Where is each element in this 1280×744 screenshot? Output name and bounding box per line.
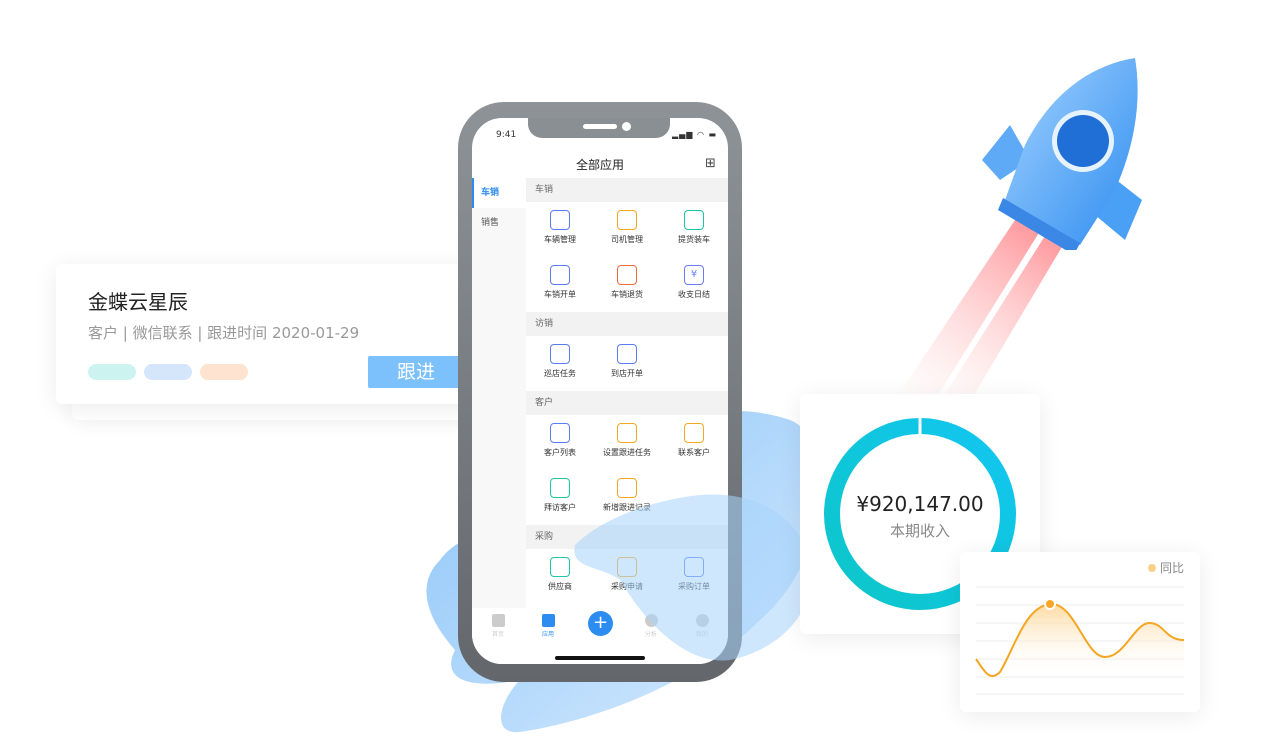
revenue-amount: ¥920,147.00: [856, 492, 984, 516]
trend-card: 同比: [960, 552, 1200, 712]
revenue-label: 本期收入: [889, 522, 950, 540]
trend-sparkline: [975, 586, 1185, 695]
